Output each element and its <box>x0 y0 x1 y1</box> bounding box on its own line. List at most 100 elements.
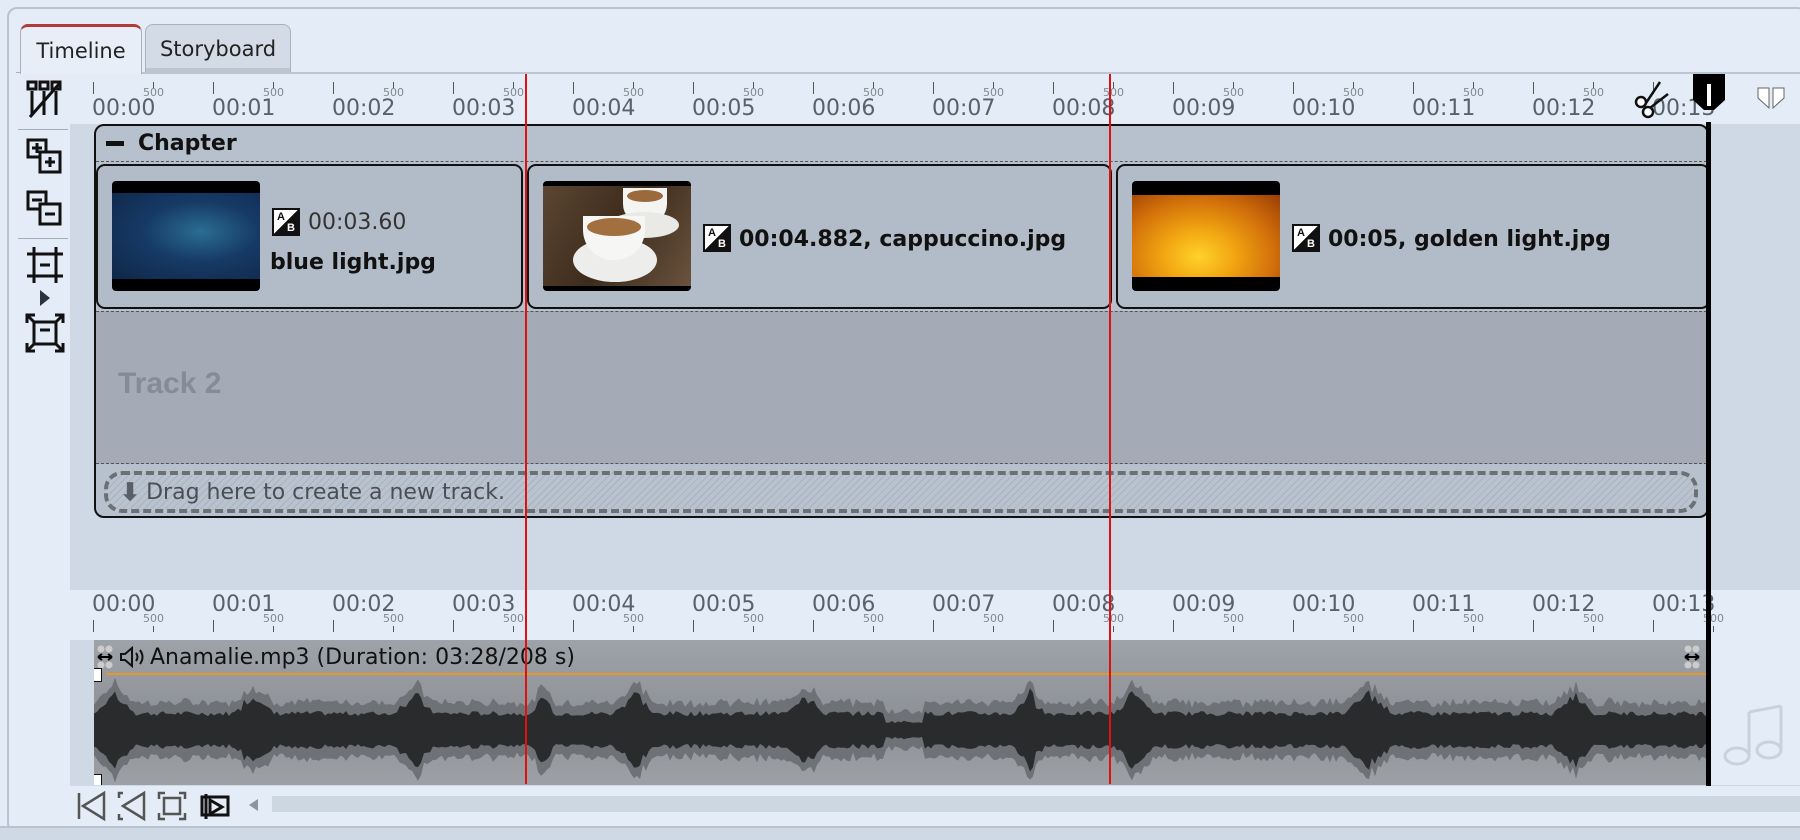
track-2[interactable]: Track 2 <box>96 311 1707 464</box>
audio-title: Anamalie.mp3 (Duration: 03:28/208 s) <box>150 645 575 670</box>
ruler-major-tick <box>813 620 814 632</box>
ruler-half-tick <box>753 626 754 632</box>
bottom-toolbar <box>70 786 1800 826</box>
timeline-ruler-top[interactable]: 00:00 500 00:01 500 00:02 500 00:03 500 00:04 500… <box>70 74 1800 124</box>
thumbnail-golden-light <box>1132 181 1280 291</box>
ab-transition-icon[interactable]: AB <box>703 224 731 252</box>
ruler-half-tick <box>873 626 874 632</box>
ruler-half-label: 500 <box>1463 612 1484 625</box>
tab-timeline[interactable]: Timeline <box>20 24 142 74</box>
ruler-major-tick <box>693 82 694 94</box>
ruler-half-label: 500 <box>503 612 524 625</box>
tab-storyboard[interactable]: Storyboard <box>145 24 291 72</box>
ruler-major-tick <box>1413 620 1414 632</box>
ruler-major-tick <box>933 82 934 94</box>
volume-envelope-line[interactable] <box>106 673 1709 675</box>
minus-icon[interactable] <box>106 141 124 146</box>
ruler-time-label: 00:10 <box>1292 96 1356 121</box>
audio-waveform <box>94 677 1708 783</box>
ruler-major-tick <box>213 82 214 94</box>
ruler-half-tick <box>1233 626 1234 632</box>
ruler-time-label: 00:00 <box>92 96 156 121</box>
ruler-major-tick <box>1293 620 1294 632</box>
end-marker-icon[interactable] <box>1756 86 1786 110</box>
ruler-half-label: 500 <box>743 86 764 99</box>
ruler-half-label: 500 <box>383 86 404 99</box>
clip-label: 00:05, golden light.jpg <box>1328 227 1611 252</box>
playhead-handle[interactable] <box>1692 74 1726 112</box>
ruler-half-tick <box>1353 626 1354 632</box>
audio-track-empty-area <box>1711 640 1800 785</box>
remove-chapter-icon[interactable] <box>25 189 65 229</box>
add-chapter-icon[interactable] <box>25 137 65 177</box>
ruler-half-label: 500 <box>1223 612 1244 625</box>
ruler-half-label: 500 <box>383 612 404 625</box>
ruler-half-tick <box>153 626 154 632</box>
ruler-major-tick <box>213 620 214 632</box>
ab-transition-icon[interactable]: AB <box>272 208 300 236</box>
ruler-time-label: 00:07 <box>932 96 996 121</box>
new-track-dropzone[interactable]: ⬇ Drag here to create a new track. <box>104 471 1698 513</box>
clip-golden-light[interactable]: AB 00:05, golden light.jpg <box>1116 164 1707 309</box>
left-toolbar <box>16 72 70 792</box>
expand-menu-triangle-icon[interactable] <box>38 289 52 307</box>
ruler-time-label: 00:11 <box>1412 96 1476 121</box>
resize-handle-icon[interactable] <box>1683 644 1701 670</box>
ruler-half-label: 500 <box>623 612 644 625</box>
expand-tracks-icon[interactable] <box>25 313 65 353</box>
track-2-label: Track 2 <box>118 367 222 400</box>
ruler-time-label: 00:06 <box>812 96 876 121</box>
collapse-tracks-icon[interactable] <box>25 245 65 285</box>
clip-blue-light[interactable]: AB 00:03.60 blue light.jpg <box>96 164 523 309</box>
ruler-major-tick <box>693 620 694 632</box>
chapter-marker-line[interactable] <box>525 74 527 784</box>
ruler-major-tick <box>573 620 574 632</box>
ruler-half-label: 500 <box>1103 86 1124 99</box>
music-note-icon <box>1723 704 1783 766</box>
scissors-icon[interactable] <box>1632 78 1672 122</box>
horizontal-scrollbar[interactable] <box>272 796 1800 812</box>
ruler-major-tick <box>1413 82 1414 94</box>
remove-chapters-icon[interactable] <box>25 79 65 119</box>
previous-marker-icon[interactable] <box>116 790 148 822</box>
timeline-ruler-bottom[interactable]: 00:00 500 00:01 500 00:02 500 00:03 500 00:04 500… <box>70 590 1800 640</box>
go-to-start-icon[interactable] <box>76 790 108 822</box>
ruler-half-label: 500 <box>1583 612 1604 625</box>
clip-label: 00:04.882, cappuccino.jpg <box>739 227 1067 252</box>
ruler-time-label: 00:01 <box>212 96 276 121</box>
chapter-block[interactable]: Chapter AB 00:03.60 blue light.jpg AB 00… <box>94 124 1709 518</box>
ruler-major-tick <box>1533 620 1534 632</box>
speaker-icon[interactable] <box>118 646 146 668</box>
ruler-major-tick <box>573 82 574 94</box>
ruler-half-label: 500 <box>1583 86 1604 99</box>
scroll-left-arrow[interactable] <box>249 799 258 811</box>
ruler-half-tick <box>1713 626 1714 632</box>
ruler-major-tick <box>333 82 334 94</box>
ruler-major-tick <box>1173 82 1174 94</box>
down-arrow-icon: ⬇ <box>120 478 141 506</box>
chapter-marker-line[interactable] <box>1109 74 1111 784</box>
ruler-major-tick <box>1533 82 1534 94</box>
ruler-half-label: 500 <box>143 612 164 625</box>
ruler-half-label: 500 <box>743 612 764 625</box>
chapter-title: Chapter <box>138 131 237 156</box>
playhead-line[interactable] <box>1706 122 1711 786</box>
ruler-time-label: 00:05 <box>692 96 756 121</box>
ruler-half-label: 500 <box>983 86 1004 99</box>
ruler-half-tick <box>993 626 994 632</box>
ruler-half-label: 500 <box>263 86 284 99</box>
clip-cappuccino[interactable]: AB 00:04.882, cappuccino.jpg <box>527 164 1112 309</box>
ruler-half-label: 500 <box>983 612 1004 625</box>
ruler-half-tick <box>393 626 394 632</box>
ruler-time-label: 00:04 <box>572 96 636 121</box>
play-preview-icon[interactable] <box>198 790 230 822</box>
ruler-time-label: 00:09 <box>1172 96 1236 121</box>
resize-handle-icon[interactable] <box>96 644 114 670</box>
audio-track[interactable]: Anamalie.mp3 (Duration: 03:28/208 s) <box>94 640 1709 785</box>
window-bottom-edge <box>0 826 1800 840</box>
fit-to-view-icon[interactable] <box>156 790 188 822</box>
ruler-major-tick <box>453 82 454 94</box>
ruler-half-label: 500 <box>623 86 644 99</box>
thumbnail-blue-light <box>112 181 260 291</box>
ab-transition-icon[interactable]: AB <box>1292 224 1320 252</box>
